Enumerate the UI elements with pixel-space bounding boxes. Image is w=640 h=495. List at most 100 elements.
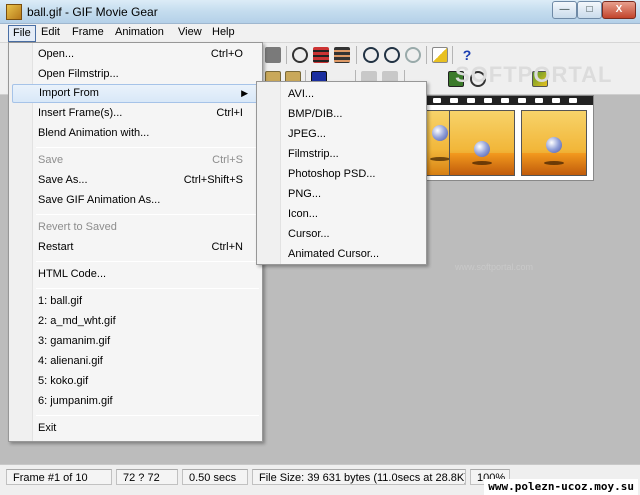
status-frame: Frame #1 of 10 [6, 469, 112, 485]
menu-separator [36, 214, 259, 215]
menu-item-recent-file[interactable]: 2: a_md_wht.gif [12, 312, 259, 331]
toolbar-separator [286, 46, 287, 64]
menu-item-save-gif-animation[interactable]: Save GIF Animation As... [12, 191, 259, 210]
frame-thumbnail[interactable] [521, 110, 587, 176]
close-button[interactable]: X [602, 1, 636, 19]
status-bar: Frame #1 of 10 72 ? 72 0.50 secs File Si… [0, 464, 640, 495]
menu-item-label: Save GIF Animation As... [38, 194, 161, 206]
menu-help[interactable]: Help [208, 25, 239, 42]
frames-icon[interactable] [334, 47, 350, 63]
menu-edit[interactable]: Edit [37, 25, 64, 42]
clock-icon[interactable] [292, 47, 308, 63]
menu-item-restart[interactable]: Restart Ctrl+N [12, 238, 259, 257]
sprocket [484, 98, 492, 103]
filmstrip-icon[interactable] [313, 47, 329, 63]
menu-item-label: Insert Frame(s)... [38, 107, 123, 119]
sprocket [467, 98, 475, 103]
submenu-item-animated-cursor[interactable]: Animated Cursor... [260, 244, 423, 264]
menu-item-label: Save As... [38, 174, 88, 186]
menu-item-label: Revert to Saved [38, 221, 117, 233]
ball-shadow [472, 161, 492, 165]
menu-item-revert[interactable]: Revert to Saved [12, 218, 259, 237]
menu-item-label: Restart [38, 241, 74, 253]
sprocket [450, 98, 458, 103]
menu-item-label: HTML Code... [38, 268, 107, 280]
menu-item-shortcut: Ctrl+Shift+S [183, 174, 243, 186]
status-dimensions: 72 ? 72 [116, 469, 178, 485]
menu-item-label: Open... [38, 48, 75, 60]
menu-item-open[interactable]: Open... Ctrl+O [12, 45, 259, 64]
menu-item-recent-file[interactable]: 5: koko.gif [12, 372, 259, 391]
ball-image [432, 125, 448, 141]
menu-separator [36, 261, 259, 262]
menu-view[interactable]: View [174, 25, 206, 42]
menu-bar: File Edit Frame Animation View Help [0, 24, 640, 43]
sprocket [518, 98, 526, 103]
menu-item-import-from[interactable]: Import From ▶ [12, 84, 259, 103]
submenu-item-jpeg[interactable]: JPEG... [260, 124, 423, 144]
window-title: ball.gif - GIF Movie Gear [27, 5, 158, 19]
menu-item-html-code[interactable]: HTML Code... [12, 265, 259, 284]
app-icon [6, 4, 22, 20]
status-delay: 0.50 secs [182, 469, 248, 485]
file-menu-dropdown: Open... Ctrl+O Open Filmstrip... Import … [8, 42, 263, 442]
sprocket [569, 98, 577, 103]
menu-item-label: Import From [39, 87, 99, 99]
menu-item-save[interactable]: Save Ctrl+S [12, 151, 259, 170]
menu-item-recent-file[interactable]: 4: alienani.gif [12, 352, 259, 371]
menu-separator [36, 415, 259, 416]
menu-item-recent-file[interactable]: 1: ball.gif [12, 292, 259, 311]
submenu-arrow-icon: ▶ [241, 88, 248, 98]
sprocket [501, 98, 509, 103]
zoom-reset-icon[interactable] [405, 47, 421, 63]
zoom-out-icon[interactable] [384, 47, 400, 63]
menu-item-recent-file[interactable]: 3: gamanim.gif [12, 332, 259, 351]
menu-item-shortcut: Ctrl+I [216, 107, 243, 119]
maximize-button[interactable]: □ [577, 1, 602, 19]
toolbar-separator [356, 46, 357, 64]
menu-item-label: Open Filmstrip... [38, 68, 119, 80]
menu-item-shortcut: Ctrl+S [212, 154, 243, 166]
toolbar-separator [426, 46, 427, 64]
minimize-button[interactable]: — [552, 1, 577, 19]
menu-frame[interactable]: Frame [68, 25, 108, 42]
menu-item-insert-frames[interactable]: Insert Frame(s)... Ctrl+I [12, 104, 259, 123]
toolbar-separator [452, 46, 453, 64]
frame-thumbnail[interactable] [449, 110, 515, 176]
watermark-url: www.softportal.com [455, 262, 534, 272]
menu-file[interactable]: File [8, 25, 36, 42]
menu-item-label: Blend Animation with... [38, 127, 150, 139]
submenu-item-cursor[interactable]: Cursor... [260, 224, 423, 244]
ball-image [546, 137, 562, 153]
submenu-item-icon[interactable]: Icon... [260, 204, 423, 224]
menu-item-recent-file[interactable]: 6: jumpanim.gif [12, 392, 259, 411]
ball-image [474, 141, 490, 157]
ball-shadow [430, 157, 450, 161]
site-watermark: www.polezn-ucoz.moy.su [484, 479, 638, 495]
title-bar: ball.gif - GIF Movie Gear — □ X [0, 0, 640, 24]
menu-item-exit[interactable]: Exit [12, 419, 259, 438]
submenu-item-avi[interactable]: AVI... [260, 84, 423, 104]
menu-item-shortcut: Ctrl+O [210, 48, 243, 60]
menu-item-label: Save [38, 154, 64, 166]
help-icon[interactable]: ? [459, 47, 475, 63]
submenu-item-bmp[interactable]: BMP/DIB... [260, 104, 423, 124]
stop-icon[interactable] [265, 47, 281, 63]
menu-item-label: Exit [38, 422, 57, 434]
menu-separator [36, 147, 259, 148]
menu-item-shortcut: Ctrl+N [211, 241, 243, 253]
menu-animation[interactable]: Animation [111, 25, 168, 42]
submenu-item-png[interactable]: PNG... [260, 184, 423, 204]
import-from-submenu: AVI... BMP/DIB... JPEG... Filmstrip... P… [256, 81, 427, 265]
info-icon[interactable] [432, 47, 448, 63]
zoom-in-icon[interactable] [363, 47, 379, 63]
menu-item-save-as[interactable]: Save As... Ctrl+Shift+S [12, 171, 259, 190]
submenu-item-filmstrip[interactable]: Filmstrip... [260, 144, 423, 164]
sprocket [433, 98, 441, 103]
sprocket [552, 98, 560, 103]
watermark: SOFTPORTAL [455, 62, 613, 87]
submenu-item-photoshop-psd[interactable]: Photoshop PSD... [260, 164, 423, 184]
sprocket [535, 98, 543, 103]
menu-item-blend-animation[interactable]: Blend Animation with... [12, 124, 259, 143]
menu-item-open-filmstrip[interactable]: Open Filmstrip... [12, 65, 259, 84]
